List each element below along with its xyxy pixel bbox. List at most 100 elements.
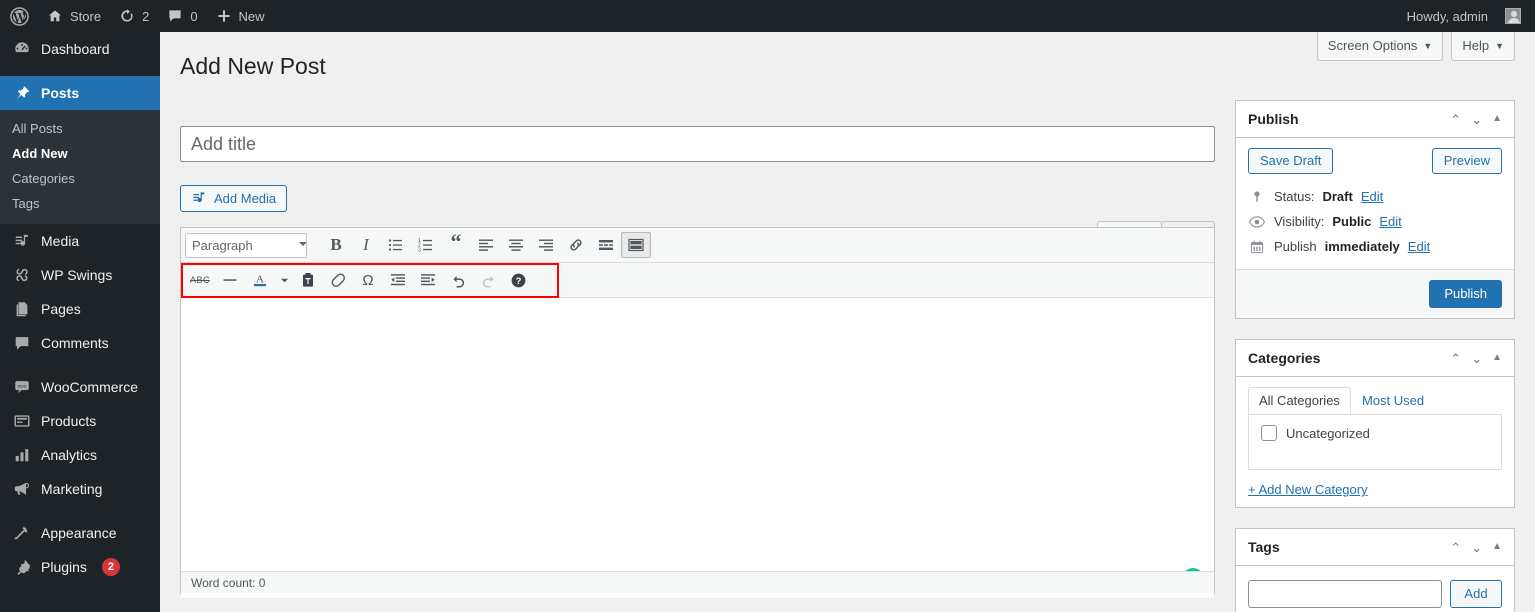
sidebar-item-posts[interactable]: Posts <box>0 76 160 110</box>
sidebar-item-analytics[interactable]: Analytics <box>0 438 160 472</box>
help-button[interactable]: Help ▼ <box>1451 32 1515 61</box>
editor-toolbar-row-1: Paragraph B I 123 “ <box>181 228 1214 263</box>
submenu-all-posts[interactable]: All Posts <box>0 116 160 141</box>
visibility-edit-link[interactable]: Edit <box>1379 214 1401 229</box>
toggle-panel-icon[interactable]: ▲ <box>1492 114 1502 124</box>
visibility-label: Visibility: <box>1274 214 1325 229</box>
user-avatar-icon[interactable] <box>1505 8 1521 24</box>
post-editor: Add Media Visual Text Paragraph B I <box>180 185 1215 598</box>
admin-sidebar-menu: Dashboard Posts All Posts Add New Catego… <box>0 32 160 612</box>
admin-bar: Store 2 0 New Howdy, admin <box>0 0 1535 32</box>
preview-button[interactable]: Preview <box>1431 148 1502 174</box>
toolbar-align-right[interactable] <box>531 232 561 258</box>
submenu-categories[interactable]: Categories <box>0 166 160 191</box>
toolbar-decrease-indent[interactable] <box>383 267 413 293</box>
move-up-icon[interactable]: ⌃ <box>1450 352 1461 365</box>
plugins-plug-icon <box>12 557 32 577</box>
add-tag-button[interactable]: Add <box>1450 580 1502 608</box>
keyboard-shortcuts-help-icon: ? <box>510 272 527 289</box>
sidebar-item-plugins[interactable]: Plugins 2 <box>0 550 160 584</box>
chevron-down-icon <box>280 276 289 285</box>
toolbar-read-more[interactable] <box>591 232 621 258</box>
sidebar-item-appearance[interactable]: Appearance <box>0 516 160 550</box>
add-new-category-link[interactable]: + Add New Category <box>1248 482 1502 497</box>
products-icon <box>12 411 32 431</box>
publish-box-controls: ⌃ ⌄ ▲ <box>1450 113 1502 126</box>
sidebar-item-comments[interactable]: Comments <box>0 326 160 360</box>
toolbar-toggle-icon <box>628 237 644 253</box>
adminbar-account-area[interactable]: Howdy, admin <box>1398 0 1535 32</box>
publish-actions-row: Save Draft Preview <box>1248 148 1502 174</box>
tab-most-used[interactable]: Most Used <box>1351 387 1435 414</box>
svg-text:A: A <box>256 274 264 286</box>
page-title: Add New Post <box>180 53 326 79</box>
move-down-icon[interactable]: ⌄ <box>1471 113 1482 126</box>
sidebar-item-pages[interactable]: Pages <box>0 292 160 326</box>
link-icon <box>568 237 584 253</box>
adminbar-updates[interactable]: 2 <box>110 0 158 32</box>
toolbar-align-left[interactable] <box>471 232 501 258</box>
toolbar-strikethrough[interactable]: ABC <box>185 267 215 293</box>
plus-icon <box>216 8 232 24</box>
sidebar-item-wp-swings[interactable]: WP Swings <box>0 258 160 292</box>
wp-swings-icon <box>12 265 32 285</box>
tags-input[interactable] <box>1248 580 1442 608</box>
toolbar-numbered-list[interactable]: 123 <box>411 232 441 258</box>
move-up-icon[interactable]: ⌃ <box>1450 541 1461 554</box>
toolbar-increase-indent[interactable] <box>413 267 443 293</box>
sidebar-item-marketing[interactable]: Marketing <box>0 472 160 506</box>
move-up-icon[interactable]: ⌃ <box>1450 113 1461 126</box>
toggle-panel-icon[interactable]: ▲ <box>1492 353 1502 363</box>
editor-content-area[interactable]: G <box>181 298 1214 598</box>
toolbar-text-color-dropdown[interactable] <box>275 267 293 293</box>
paragraph-format-select[interactable]: Paragraph <box>185 232 307 258</box>
toggle-panel-icon[interactable]: ▲ <box>1492 542 1502 552</box>
posts-submenu: All Posts Add New Categories Tags <box>0 110 160 224</box>
toolbar-clear-formatting[interactable] <box>323 267 353 293</box>
toolbar-italic[interactable]: I <box>351 232 381 258</box>
category-checkbox[interactable] <box>1261 425 1277 441</box>
submenu-add-new[interactable]: Add New <box>0 141 160 166</box>
move-down-icon[interactable]: ⌄ <box>1471 541 1482 554</box>
add-media-button[interactable]: Add Media <box>180 185 288 212</box>
post-title-input[interactable] <box>180 126 1215 162</box>
sidebar-item-label: Analytics <box>41 447 98 463</box>
align-right-icon <box>538 237 554 253</box>
toolbar-bulleted-list[interactable] <box>381 232 411 258</box>
toolbar-redo[interactable] <box>473 267 503 293</box>
toolbar-toggle[interactable] <box>621 232 651 258</box>
save-draft-button[interactable]: Save Draft <box>1248 148 1334 174</box>
schedule-edit-link[interactable]: Edit <box>1408 239 1430 254</box>
toolbar-insert-link[interactable] <box>561 232 591 258</box>
toolbar-horizontal-line[interactable] <box>215 267 245 293</box>
adminbar-comments[interactable]: 0 <box>158 0 206 32</box>
editor-content-text <box>181 298 1214 318</box>
toolbar-paste-as-text[interactable] <box>293 267 323 293</box>
sidebar-item-products[interactable]: Products <box>0 404 160 438</box>
publish-box-body: Save Draft Preview Status: Draft Edit Vi… <box>1236 138 1514 269</box>
status-edit-link[interactable]: Edit <box>1361 189 1383 204</box>
sidebar-item-woocommerce[interactable]: woo WooCommerce <box>0 370 160 404</box>
adminbar-new-content[interactable]: New <box>207 0 274 32</box>
tab-all-categories[interactable]: All Categories <box>1248 387 1351 414</box>
adminbar-site-name[interactable]: Store <box>38 0 110 32</box>
submenu-tags[interactable]: Tags <box>0 191 160 216</box>
toolbar-bold[interactable]: B <box>321 232 351 258</box>
toolbar-blockquote[interactable]: “ <box>441 231 471 258</box>
toolbar-undo[interactable] <box>443 267 473 293</box>
move-down-icon[interactable]: ⌄ <box>1471 352 1482 365</box>
toolbar-help[interactable]: ? <box>503 267 533 293</box>
publish-box-footer: Publish <box>1236 269 1514 318</box>
category-item-uncategorized[interactable]: Uncategorized <box>1261 425 1489 441</box>
screen-options-button[interactable]: Screen Options ▼ <box>1316 32 1444 61</box>
categories-box-body: All Categories Most Used Uncategorized +… <box>1236 377 1514 507</box>
toolbar-align-center[interactable] <box>501 232 531 258</box>
publish-button[interactable]: Publish <box>1429 280 1502 308</box>
sidebar-item-media[interactable]: Media <box>0 224 160 258</box>
sidebar-item-dashboard[interactable]: Dashboard <box>0 32 160 66</box>
adminbar-howdy[interactable]: Howdy, admin <box>1398 0 1497 32</box>
toolbar-text-color[interactable]: A <box>245 267 275 293</box>
schedule-value: immediately <box>1324 239 1400 254</box>
toolbar-special-character[interactable]: Ω <box>353 267 383 293</box>
wordpress-logo-button[interactable] <box>0 0 38 32</box>
